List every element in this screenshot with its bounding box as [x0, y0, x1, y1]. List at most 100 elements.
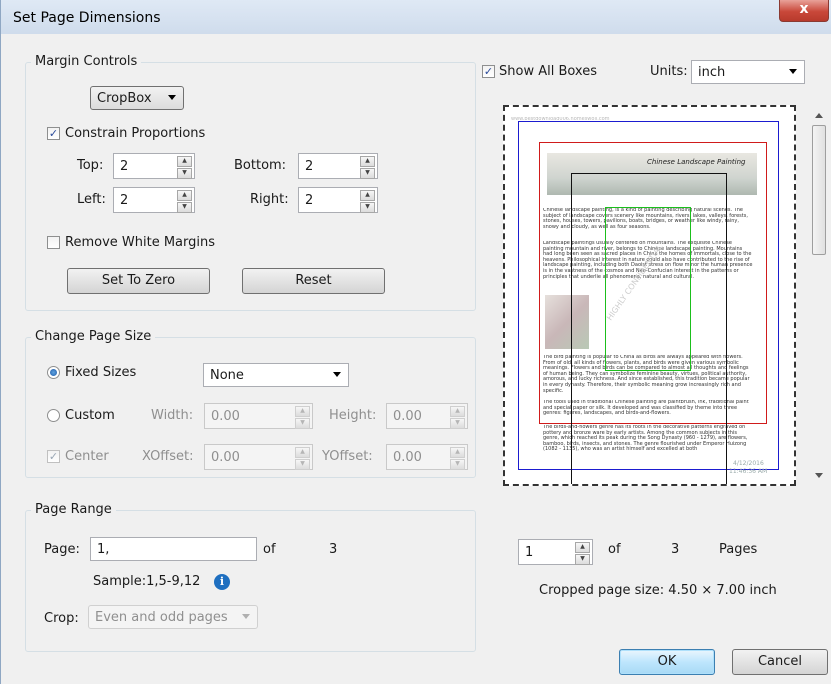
spin-up-icon[interactable]: ▲ — [177, 156, 192, 167]
chevron-down-icon — [789, 69, 797, 74]
spin-down-icon[interactable]: ▼ — [177, 168, 192, 179]
spin-up-icon[interactable]: ▲ — [450, 447, 465, 458]
fixed-sizes-label: Fixed Sizes — [65, 365, 137, 380]
constrain-proportions-checkbox[interactable]: ✓ — [47, 127, 60, 140]
chevron-down-icon — [333, 372, 341, 377]
units-select[interactable]: inch — [691, 60, 805, 84]
preview-total-pages: 3 — [671, 542, 680, 557]
preview-scrollbar[interactable] — [811, 105, 828, 486]
spin-up-icon[interactable]: ▲ — [177, 190, 192, 201]
spin-down-icon[interactable]: ▼ — [450, 459, 465, 470]
pages-label: Pages — [719, 542, 758, 557]
crop-select[interactable]: Even and odd pages — [88, 605, 258, 629]
spin-up-icon[interactable]: ▲ — [295, 447, 310, 458]
yoffset-input[interactable]: 0.00 ▲ ▼ — [386, 444, 468, 470]
spin-down-icon[interactable]: ▼ — [450, 418, 465, 429]
page-range-input[interactable]: 1, — [90, 537, 257, 561]
units-value: inch — [698, 65, 726, 80]
top-value: 2 — [120, 159, 129, 174]
top-label: Top: — [77, 158, 104, 173]
height-input[interactable]: 0.00 ▲ ▼ — [386, 403, 468, 429]
bottom-margin-input[interactable]: 2 ▲ ▼ — [298, 153, 378, 179]
xoffset-label: XOffset: — [142, 449, 194, 464]
spin-down-icon[interactable]: ▼ — [360, 168, 375, 179]
right-label: Right: — [250, 192, 289, 207]
current-page-value: 1 — [525, 545, 534, 560]
yoffset-value: 0.00 — [393, 450, 422, 465]
show-all-boxes-label: Show All Boxes — [499, 64, 597, 79]
ok-button[interactable]: OK — [619, 649, 715, 675]
page-label: Page: — [44, 542, 80, 557]
of-label: of — [263, 542, 276, 557]
remove-white-margins-checkbox[interactable] — [47, 236, 60, 249]
fixed-size-select[interactable]: None — [203, 363, 349, 387]
width-label: Width: — [151, 408, 194, 423]
set-page-dimensions-dialog: Set Page Dimensions x Margin Controls Cr… — [0, 0, 831, 684]
custom-label: Custom — [65, 408, 115, 423]
left-label: Left: — [77, 192, 106, 207]
spin-down-icon[interactable]: ▼ — [575, 554, 590, 565]
page-range-label: Page Range — [31, 502, 116, 517]
chevron-down-icon — [242, 614, 250, 619]
spin-up-icon[interactable]: ▲ — [450, 406, 465, 417]
yoffset-label: YOffset: — [322, 449, 373, 464]
doc-watermark-url: www.bestdownload006.nomeswoil.com — [511, 117, 610, 122]
sample-hint: Sample:1,5-9,12 — [93, 574, 201, 589]
spin-up-icon[interactable]: ▲ — [575, 542, 590, 553]
right-value: 2 — [305, 193, 314, 208]
xoffset-input[interactable]: 0.00 ▲ ▼ — [204, 444, 313, 470]
cropped-page-size: Cropped page size: 4.50 × 7.00 inch — [539, 583, 777, 598]
dialog-title: Set Page Dimensions — [13, 10, 161, 26]
xoffset-value: 0.00 — [211, 450, 240, 465]
center-checkbox[interactable]: ✓ — [47, 450, 60, 463]
trimbox-rect — [571, 173, 727, 484]
margin-controls-label: Margin Controls — [31, 54, 142, 69]
center-label: Center — [65, 449, 109, 464]
width-input[interactable]: 0.00 ▲ ▼ — [204, 403, 313, 429]
cancel-button[interactable]: Cancel — [732, 649, 828, 675]
info-icon[interactable]: i — [214, 574, 230, 590]
show-all-boxes-checkbox[interactable]: ✓ — [482, 65, 495, 78]
title-bar: Set Page Dimensions x — [1, 0, 831, 34]
close-button[interactable]: x — [779, 0, 829, 22]
change-page-size-label: Change Page Size — [31, 329, 156, 344]
box-type-select[interactable]: CropBox — [90, 86, 184, 110]
bottom-label: Bottom: — [234, 158, 287, 173]
total-pages: 3 — [329, 542, 338, 557]
doc-stamp-time: 11:46:36 AM — [729, 468, 768, 475]
chevron-down-icon — [168, 95, 176, 100]
box-type-value: CropBox — [97, 91, 152, 106]
remove-white-margins-label: Remove White Margins — [65, 235, 215, 250]
fixed-sizes-radio[interactable] — [47, 366, 60, 379]
spin-up-icon[interactable]: ▲ — [360, 156, 375, 167]
doc-header-text: Chinese Landscape Painting — [647, 158, 746, 166]
height-label: Height: — [329, 408, 377, 423]
spin-down-icon[interactable]: ▼ — [295, 418, 310, 429]
height-value: 0.00 — [393, 409, 422, 424]
spin-down-icon[interactable]: ▼ — [177, 202, 192, 213]
crop-value: Even and odd pages — [95, 610, 228, 625]
crop-label: Crop: — [44, 611, 79, 626]
spin-down-icon[interactable]: ▼ — [295, 459, 310, 470]
page-preview[interactable]: www.bestdownload006.nomeswoil.com Chines… — [503, 105, 796, 486]
scroll-thumb[interactable] — [812, 125, 826, 255]
doc-stamp-date: 4/12/2016 — [733, 460, 764, 467]
reset-button[interactable]: Reset — [242, 268, 385, 294]
set-to-zero-button[interactable]: Set To Zero — [67, 268, 210, 294]
constrain-proportions-label: Constrain Proportions — [65, 126, 206, 141]
width-value: 0.00 — [211, 409, 240, 424]
spin-up-icon[interactable]: ▲ — [360, 190, 375, 201]
left-margin-input[interactable]: 2 ▲ ▼ — [113, 187, 195, 213]
current-page-input[interactable]: 1 ▲ ▼ — [518, 539, 593, 565]
units-label: Units: — [650, 64, 688, 79]
top-margin-input[interactable]: 2 ▲ ▼ — [113, 153, 195, 179]
spin-down-icon[interactable]: ▼ — [360, 202, 375, 213]
preview-of-label: of — [608, 542, 621, 557]
right-margin-input[interactable]: 2 ▲ ▼ — [298, 187, 378, 213]
left-value: 2 — [120, 193, 129, 208]
scroll-down-icon[interactable] — [815, 473, 823, 478]
custom-radio[interactable] — [47, 409, 60, 422]
page-range-value: 1, — [97, 542, 110, 557]
spin-up-icon[interactable]: ▲ — [295, 406, 310, 417]
scroll-up-icon[interactable] — [815, 113, 823, 118]
